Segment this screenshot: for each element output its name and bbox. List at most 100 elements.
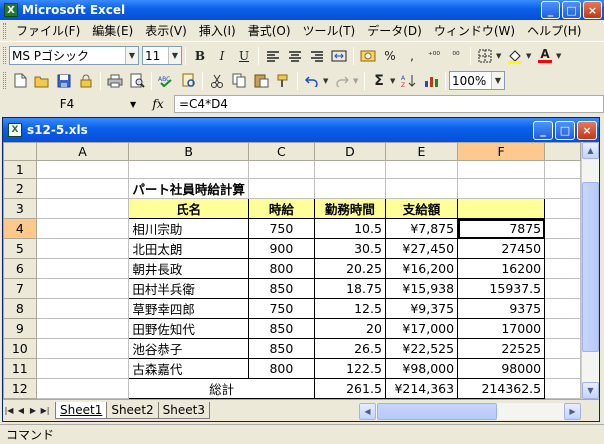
horizontal-scroll-thumb[interactable] [377,403,497,420]
cell-c1[interactable] [247,160,315,179]
chevron-down-icon[interactable]: ▼ [526,52,534,60]
cell-f5[interactable]: 27450 [457,238,546,259]
cell-b6[interactable]: 朝井長政 [128,258,249,279]
cell-e4[interactable]: ¥7,875 [384,218,459,239]
align-center-icon[interactable] [284,45,306,66]
first-sheet-icon[interactable]: |◀ [3,406,15,415]
cell-b8[interactable]: 草野幸四郎 [128,298,249,319]
workbook-title-bar[interactable]: X s12-5.xls _ □ × [3,118,599,142]
chart-wizard-icon[interactable] [420,70,442,91]
chevron-down-icon[interactable]: ▼ [125,47,138,64]
row-header[interactable]: 4 [3,218,37,239]
open-folder-icon[interactable] [31,70,53,91]
vertical-scrollbar[interactable]: ▲ ▼ [581,142,599,399]
cell-e9[interactable]: ¥17,000 [384,318,459,339]
cell-b7[interactable]: 田村半兵衛 [128,278,249,299]
scroll-up-icon[interactable]: ▲ [582,142,599,159]
cell-a10[interactable] [35,338,130,359]
cell-d10[interactable]: 26.5 [313,338,386,359]
cell-d9[interactable]: 20 [313,318,386,339]
menu-view[interactable]: 表示(V) [139,22,193,39]
cell-c6[interactable]: 800 [247,258,315,279]
cell-b3[interactable]: 氏名 [128,198,249,219]
sheet-tab-sheet1[interactable]: Sheet1 [55,402,108,419]
align-left-icon[interactable] [262,45,284,66]
column-header-a[interactable]: A [35,142,130,161]
comma-button[interactable]: , [401,45,423,66]
cell-d8[interactable]: 12.5 [313,298,386,319]
save-icon[interactable] [53,70,75,91]
cell-c3[interactable]: 時給 [247,198,315,219]
toolbar-grip[interactable] [3,72,6,89]
cell-e2[interactable] [384,178,459,199]
next-sheet-icon[interactable]: ▶ [27,406,39,415]
cell-e5[interactable]: ¥27,450 [384,238,459,259]
print-icon[interactable] [104,70,126,91]
cell-a9[interactable] [35,318,130,339]
spelling-icon[interactable]: ABC [155,70,177,91]
scroll-down-icon[interactable]: ▼ [582,382,599,399]
italic-button[interactable]: I [211,45,233,66]
sheet-tab-sheet2[interactable]: Sheet2 [106,402,159,419]
copy-icon[interactable] [228,70,250,91]
chevron-down-icon[interactable]: ▼ [353,77,361,85]
cell-d1[interactable] [313,160,386,179]
cell-e1[interactable] [384,160,459,179]
cell-e6[interactable]: ¥16,200 [384,258,459,279]
menu-insert[interactable]: 挿入(I) [193,22,242,39]
cell-b1[interactable] [128,160,249,179]
menu-format[interactable]: 書式(O) [242,22,297,39]
cell-g7[interactable] [544,278,581,299]
chevron-down-icon[interactable]: ▼ [323,77,331,85]
cell-e10[interactable]: ¥22,525 [384,338,459,359]
cell-d4[interactable]: 10.5 [313,218,386,239]
scroll-left-icon[interactable]: ◀ [359,403,376,420]
cell-a8[interactable] [35,298,130,319]
font-color-button[interactable]: A [534,45,556,66]
cell-b10[interactable]: 池谷恭子 [128,338,249,359]
chevron-down-icon[interactable]: ▼ [556,52,564,60]
row-header[interactable]: 9 [3,318,37,339]
permission-icon[interactable] [75,70,97,91]
sort-ascending-icon[interactable]: AZ [398,70,420,91]
name-box[interactable]: F4 ▼ [4,95,142,113]
column-header-f[interactable]: F [457,142,546,161]
menu-window[interactable]: ウィンドウ(W) [428,22,521,39]
cell-a6[interactable] [35,258,130,279]
cell-a7[interactable] [35,278,130,299]
vertical-scroll-thumb[interactable] [582,182,599,352]
cell-a11[interactable] [35,358,130,379]
formula-input[interactable]: =C4*D4 [174,95,604,113]
cell-b12[interactable]: 総計 [128,378,315,399]
cell-b11[interactable]: 古森嘉代 [128,358,249,379]
chevron-down-icon[interactable]: ▼ [390,77,398,85]
row-header[interactable]: 12 [3,378,37,399]
menu-file[interactable]: ファイル(F) [10,22,86,39]
row-header[interactable]: 11 [3,358,37,379]
cell-b2[interactable]: パート社員時給計算 [128,178,249,199]
last-sheet-icon[interactable]: ▶| [39,406,51,415]
merge-center-icon[interactable] [328,45,350,66]
workbook-minimize-button[interactable]: _ [533,120,553,140]
cell-g4[interactable] [544,218,581,239]
cell-e3[interactable]: 支給額 [384,198,459,219]
decrease-decimal-button[interactable]: ⁰⁰ [445,45,467,66]
cell-d3[interactable]: 勤務時間 [313,198,386,219]
chevron-down-icon[interactable]: ▼ [496,52,504,60]
cell-a2[interactable] [35,178,130,199]
menu-tools[interactable]: ツール(T) [297,22,362,39]
column-header-d[interactable]: D [313,142,386,161]
cell-c5[interactable]: 900 [247,238,315,259]
cell-c4[interactable]: 750 [247,218,315,239]
cell-f7[interactable]: 15937.5 [457,278,546,299]
cell-d11[interactable]: 122.5 [313,358,386,379]
new-file-icon[interactable] [9,70,31,91]
column-header-b[interactable]: B [128,142,249,161]
minimize-button[interactable]: _ [541,1,560,19]
cell-b5[interactable]: 北田太朗 [128,238,249,259]
bold-button[interactable]: B [189,45,211,66]
cell-c2[interactable] [247,178,315,199]
restore-button[interactable]: □ [562,1,581,19]
format-painter-icon[interactable] [272,70,294,91]
cell-g1[interactable] [544,160,581,179]
